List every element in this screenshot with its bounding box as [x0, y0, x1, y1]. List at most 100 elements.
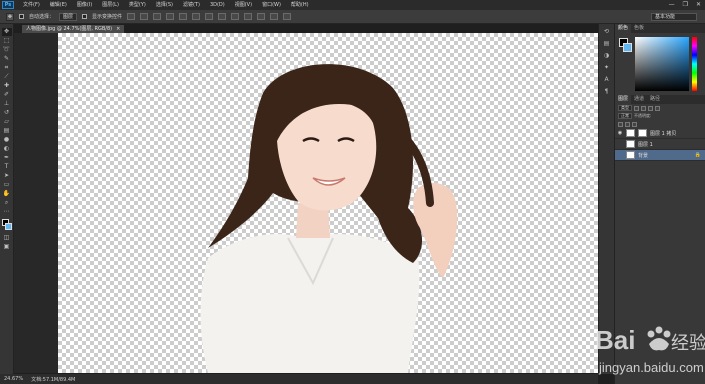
filter-adjust-icon[interactable] — [641, 105, 646, 111]
distribute-top-icon[interactable] — [205, 13, 214, 20]
align-right-icon[interactable] — [192, 13, 201, 20]
pen-tool-icon[interactable]: ✒ — [2, 154, 12, 162]
close-button[interactable]: ✕ — [696, 1, 701, 8]
color-picker-field[interactable] — [635, 37, 689, 91]
visibility-eye-icon[interactable] — [617, 152, 623, 158]
gradient-tool-icon[interactable]: ▤ — [2, 127, 12, 135]
distribute-right-icon[interactable] — [270, 13, 279, 20]
lasso-tool-icon[interactable]: ➰ — [2, 46, 12, 54]
marquee-tool-icon[interactable]: ⬚ — [2, 37, 12, 45]
layer-kind-filter[interactable]: 类型 — [618, 105, 632, 111]
eraser-tool-icon[interactable]: ▱ — [2, 118, 12, 126]
window-controls: — ❐ ✕ — [669, 1, 701, 8]
character-panel-icon[interactable]: A — [602, 75, 612, 84]
minimize-button[interactable]: — — [669, 1, 675, 8]
history-brush-tool-icon[interactable]: ↺ — [2, 109, 12, 117]
menu-3d[interactable]: 3D(D) — [205, 0, 230, 10]
menu-items: 文件(F) 编辑(E) 图像(I) 图层(L) 类型(Y) 选择(S) 滤镜(T… — [18, 0, 314, 10]
stamp-tool-icon[interactable]: ⊥ — [2, 100, 12, 108]
show-transform-checkbox[interactable] — [82, 14, 88, 19]
distribute-bottom-icon[interactable] — [231, 13, 240, 20]
auto-select-label: 自动选择： — [29, 14, 55, 20]
align-vcenter-icon[interactable] — [140, 13, 149, 20]
layer-thumbnail — [626, 140, 635, 148]
filter-pixel-icon[interactable] — [634, 105, 639, 111]
distribute-left-icon[interactable] — [244, 13, 253, 20]
adjustments-panel-icon[interactable]: ◑ — [602, 51, 612, 60]
color-swatches[interactable] — [1, 219, 12, 231]
brush-tool-icon[interactable]: ✐ — [2, 91, 12, 99]
menu-help[interactable]: 帮助(H) — [286, 0, 314, 10]
move-tool-icon[interactable]: ✥ — [1, 28, 12, 36]
align-left-icon[interactable] — [166, 13, 175, 20]
healing-tool-icon[interactable]: ✚ — [2, 82, 12, 90]
auto-select-checkbox[interactable] — [19, 14, 24, 19]
document-canvas[interactable] — [58, 33, 603, 373]
layer-name: 背景 — [638, 152, 649, 159]
more-tools-icon[interactable]: ⋯ — [2, 208, 12, 216]
svg-text:Bai: Bai — [595, 325, 635, 355]
menu-window[interactable]: 窗口(W) — [257, 0, 286, 10]
visibility-eye-icon[interactable]: ◉ — [617, 130, 623, 136]
close-tab-icon[interactable]: × — [116, 25, 120, 33]
menu-edit[interactable]: 编辑(E) — [45, 0, 72, 10]
panel-background-swatch[interactable] — [623, 43, 632, 52]
tab-channels[interactable]: 通道 — [631, 95, 647, 104]
move-tool-preset-icon[interactable]: ✥ — [6, 12, 14, 21]
menu-image[interactable]: 图像(I) — [72, 0, 97, 10]
filter-type-icon[interactable] — [648, 105, 653, 111]
tab-paths[interactable]: 路径 — [647, 95, 663, 104]
layer-row[interactable]: ◉ 图层 1 拷贝 — [615, 128, 705, 139]
show-transform-label: 显示变换控件 — [92, 14, 123, 20]
layer-row[interactable]: 图层 1 — [615, 139, 705, 150]
distribute-vcenter-icon[interactable] — [218, 13, 227, 20]
tab-swatches[interactable]: 色板 — [631, 24, 647, 33]
lock-position-icon[interactable] — [625, 121, 630, 127]
align-top-icon[interactable] — [127, 13, 136, 20]
filter-shape-icon[interactable] — [655, 105, 660, 111]
background-color-swatch[interactable] — [4, 223, 12, 230]
zoom-level[interactable]: 24.67% — [4, 376, 23, 382]
blend-mode-dropdown[interactable]: 正常 — [618, 113, 632, 119]
properties-panel-icon[interactable]: ▤ — [602, 39, 612, 48]
tab-layers[interactable]: 图层 — [615, 95, 632, 104]
screen-mode-icon[interactable]: ▣ — [2, 243, 12, 251]
path-select-tool-icon[interactable]: ➤ — [2, 172, 12, 180]
dodge-tool-icon[interactable]: ◐ — [2, 145, 12, 153]
menu-select[interactable]: 选择(S) — [151, 0, 178, 10]
menu-layer[interactable]: 图层(L) — [97, 0, 124, 10]
document-tab[interactable]: 人物图像.jpg @ 24.7%(图层, RGB/8) × — [22, 25, 125, 33]
status-bar: 24.67% 文档:57.1M/89.4M — [0, 374, 598, 384]
canvas-area[interactable] — [14, 33, 603, 373]
auto-select-dropdown[interactable]: 图层 — [59, 12, 78, 21]
distribute-hcenter-icon[interactable] — [257, 13, 266, 20]
history-panel-icon[interactable]: ⟲ — [602, 27, 612, 36]
restore-button[interactable]: ❐ — [683, 1, 688, 8]
menu-view[interactable]: 视图(V) — [230, 0, 257, 10]
lock-all-icon[interactable] — [632, 121, 637, 127]
paragraph-panel-icon[interactable]: ¶ — [602, 87, 612, 96]
styles-panel-icon[interactable]: ✦ — [602, 63, 612, 72]
hue-slider[interactable] — [692, 37, 697, 91]
crop-tool-icon[interactable]: ⌗ — [2, 64, 12, 72]
auto-align-icon[interactable] — [283, 13, 292, 20]
menu-filter[interactable]: 滤镜(T) — [178, 0, 205, 10]
hand-tool-icon[interactable]: ✋ — [2, 190, 12, 198]
lock-pixels-icon[interactable] — [618, 121, 623, 127]
zoom-tool-icon[interactable]: ⌕ — [2, 199, 12, 207]
layer-row[interactable]: 背景 🔒 — [615, 150, 705, 161]
quick-select-tool-icon[interactable]: ✎ — [2, 55, 12, 63]
align-hcenter-icon[interactable] — [179, 13, 188, 20]
blur-tool-icon[interactable]: ● — [2, 136, 12, 144]
layer-lock-bar — [615, 120, 705, 128]
menu-type[interactable]: 类型(Y) — [124, 0, 151, 10]
eyedropper-tool-icon[interactable]: ⟋ — [2, 73, 12, 81]
workspace-dropdown[interactable]: 基本功能 — [651, 13, 697, 21]
tab-color[interactable]: 颜色 — [615, 24, 632, 33]
quick-mask-icon[interactable]: ◫ — [2, 234, 12, 242]
type-tool-icon[interactable]: T — [2, 163, 12, 171]
menu-file[interactable]: 文件(F) — [18, 0, 45, 10]
shape-tool-icon[interactable]: ▭ — [2, 181, 12, 189]
visibility-eye-icon[interactable] — [617, 141, 623, 147]
align-bottom-icon[interactable] — [153, 13, 162, 20]
